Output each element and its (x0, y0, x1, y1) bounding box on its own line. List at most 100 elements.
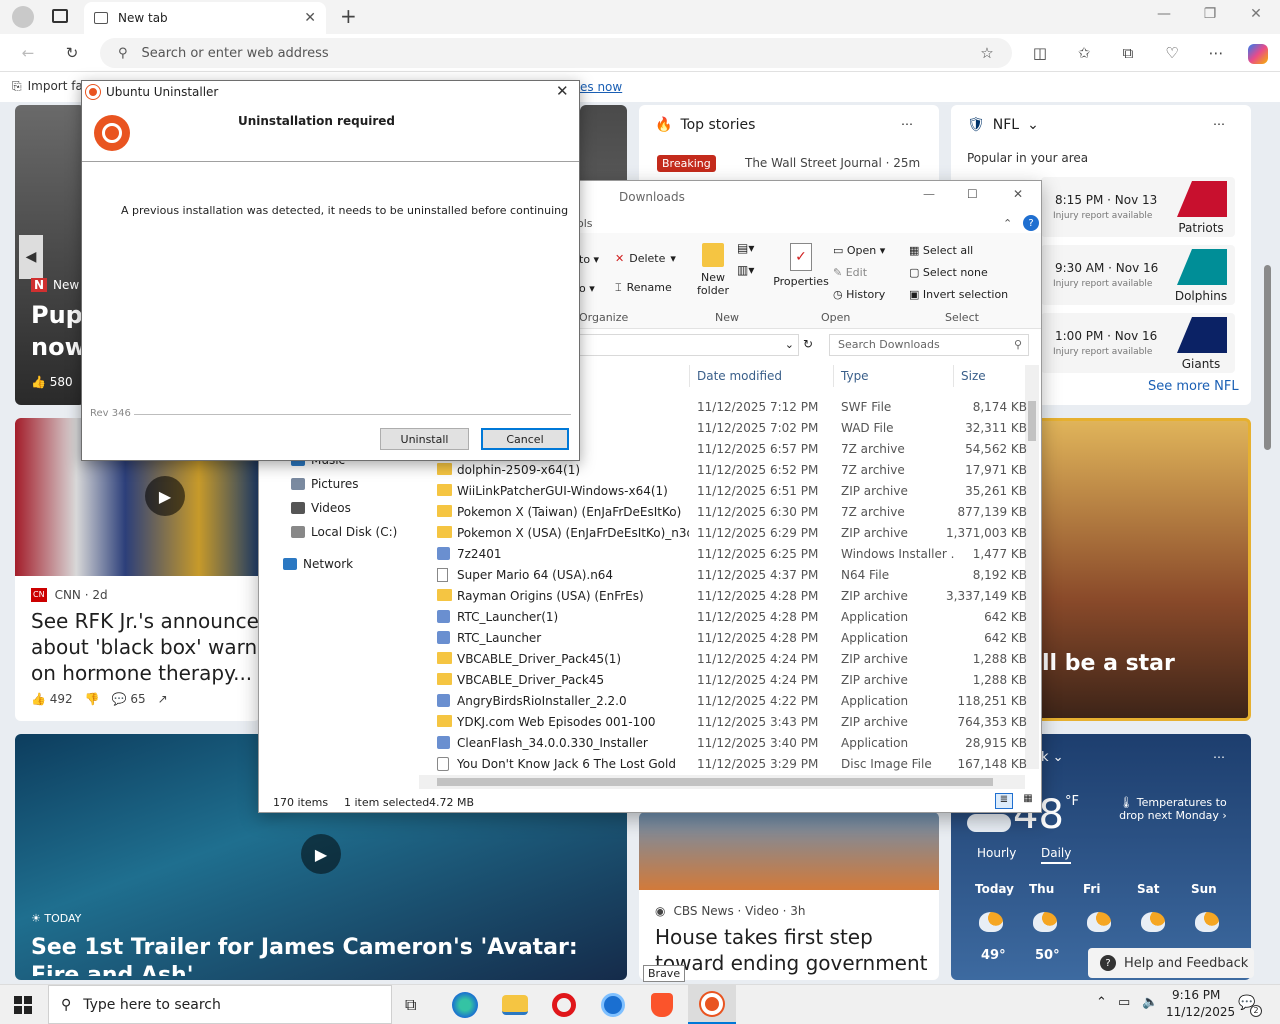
help-icon[interactable]: ? (1023, 215, 1039, 231)
minimize-icon[interactable]: — (1152, 6, 1176, 26)
weather-location[interactable]: k ⌄ (1041, 750, 1064, 765)
easy-access-icon[interactable]: ▥▾ (737, 263, 754, 277)
new-folder-button[interactable]: New folder (695, 243, 731, 297)
like-count[interactable]: 👍 580 (31, 375, 73, 389)
ubuntu-taskbar-icon[interactable] (688, 985, 736, 1024)
maximize-icon[interactable]: ☐ (967, 187, 978, 201)
edge-icon[interactable] (452, 992, 478, 1018)
scroll-thumb[interactable] (437, 778, 993, 786)
refresh-icon[interactable]: ↻ (803, 337, 813, 351)
cancel-button[interactable]: Cancel (481, 428, 569, 450)
delete-button[interactable]: ✕ Delete ▾ (615, 252, 676, 265)
collapse-ribbon-icon[interactable]: ⌃ (1003, 217, 1012, 230)
file-row[interactable]: WiiLinkPatcherGUI-Windows-x64(1) 11/12/20… (431, 480, 1033, 501)
volume-icon[interactable]: 🔈 (1142, 995, 1158, 1010)
file-row[interactable]: Pokemon X (Taiwan) (EnJaFrDeEsItKo) 11/12… (431, 501, 1033, 522)
fav-link[interactable]: es now (580, 80, 622, 94)
weather-alert[interactable]: 🌡 Temperatures to drop next Monday › (1111, 796, 1235, 822)
more-options-icon[interactable]: ⋯ (1213, 117, 1225, 131)
search-downloads-box[interactable]: Search Downloads ⚲ (829, 334, 1029, 356)
nav-item[interactable]: Network (283, 557, 353, 571)
uninstall-button[interactable]: Uninstall (380, 428, 469, 450)
back-icon[interactable]: ← (18, 44, 38, 64)
add-tab-icon[interactable]: + (340, 4, 357, 28)
nfl-game-row[interactable]: 1:00 PM · Nov 16 Injury report available G… (1041, 313, 1235, 373)
new-item-icon[interactable]: ▤▾ (737, 241, 754, 255)
comment-button[interactable]: 💬 65 (112, 692, 146, 706)
nav-item[interactable]: Videos (291, 501, 351, 515)
nav-item[interactable]: Local Disk (C:) (291, 525, 397, 539)
tab-daily[interactable]: Daily (1041, 846, 1072, 864)
collections-icon[interactable]: ⧉ (1118, 44, 1138, 64)
weather-day-label[interactable]: Today (975, 882, 1014, 896)
split-screen-icon[interactable]: ◫ (1030, 44, 1050, 64)
news-card-star[interactable]: ll be a star (1033, 418, 1251, 721)
select-none-button[interactable]: ▢ Select none (909, 266, 988, 279)
brave-icon[interactable] (651, 993, 673, 1017)
file-row[interactable]: dolphin-2509-x64(1) 11/12/2025 6:52 PM 7Z … (431, 459, 1033, 480)
nfl-header[interactable]: 🛡 NFL ⌄ (967, 117, 1039, 133)
news-card-cbs[interactable]: ◉ CBS News · Video · 3h House takes firs… (639, 812, 939, 980)
refresh-icon[interactable]: ↻ (62, 44, 82, 64)
file-row[interactable]: CleanFlash_34.0.0.330_Installer 11/12/202… (431, 732, 1033, 753)
file-row[interactable]: Rayman Origins (USA) (EnFrEs) 11/12/2025 … (431, 585, 1033, 606)
close-window-icon[interactable]: ✕ (1244, 6, 1268, 26)
horizontal-scrollbar[interactable] (419, 775, 1025, 789)
column-type[interactable]: Type (841, 369, 869, 383)
file-row[interactable]: Super Mario 64 (USA).n64 11/12/2025 4:37 … (431, 564, 1033, 585)
dislike-icon[interactable]: 👎 (85, 692, 100, 706)
restore-icon[interactable]: ❐ (1198, 6, 1222, 26)
column-size[interactable]: Size (961, 369, 986, 383)
tab-actions-icon[interactable] (52, 9, 68, 23)
share-icon[interactable]: ↗ (158, 692, 168, 706)
performance-icon[interactable]: ♡ (1162, 44, 1182, 64)
network-icon[interactable]: ▭ (1118, 995, 1130, 1010)
copy-to-button[interactable]: to ▾ (579, 253, 599, 266)
address-bar-end[interactable]: ⌄ (579, 334, 799, 356)
favorites-icon[interactable]: ✩ (1074, 44, 1094, 64)
more-options-icon[interactable]: ⋯ (1206, 44, 1226, 64)
file-row[interactable]: RTC_Launcher(1) 11/12/2025 4:28 PM Applica… (431, 606, 1033, 627)
tray-overflow-icon[interactable]: ⌃ (1096, 995, 1107, 1010)
taskbar-search-box[interactable]: ⚲ Type here to search (48, 985, 392, 1024)
file-row[interactable]: VBCABLE_Driver_Pack45 11/12/2025 4:24 PM Z… (431, 669, 1033, 690)
file-explorer-icon[interactable] (502, 995, 528, 1015)
news-card-left-top[interactable]: ◀ N New Pupp now 👍 580 (15, 105, 85, 405)
browser-globe-icon[interactable] (601, 993, 625, 1017)
history-button[interactable]: ◷ History (833, 288, 885, 301)
like-button[interactable]: 👍 492 (31, 692, 73, 706)
windows-start-icon[interactable] (14, 996, 32, 1014)
file-row[interactable]: 7z2401 11/12/2025 6:25 PM Windows Installe… (431, 543, 1033, 564)
play-video-icon[interactable]: ▶ (301, 834, 341, 874)
task-view-icon[interactable]: ⧉ (405, 995, 416, 1015)
copilot-icon[interactable] (1248, 44, 1268, 64)
select-all-button[interactable]: ▦ Select all (909, 244, 973, 257)
file-row[interactable]: RTC_Launcher 11/12/2025 4:28 PM Applicatio… (431, 627, 1033, 648)
profile-avatar[interactable] (12, 6, 34, 28)
more-options-icon[interactable]: ⋯ (901, 117, 913, 131)
weather-day-label[interactable]: Thu (1029, 882, 1054, 896)
tab-hourly[interactable]: Hourly (977, 846, 1016, 860)
favorite-star-icon[interactable]: ☆ (977, 44, 997, 64)
column-date-modified[interactable]: Date modified (697, 369, 782, 383)
open-button[interactable]: ▭ Open ▾ (833, 244, 885, 257)
carousel-prev-icon[interactable]: ◀ (19, 235, 43, 279)
clock-date[interactable]: 11/12/2025 (1166, 1005, 1235, 1019)
invert-selection-button[interactable]: ▣ Invert selection (909, 288, 1008, 301)
story-source[interactable]: The Wall Street Journal · 25m (745, 156, 920, 170)
close-tab-icon[interactable]: ✕ (304, 10, 316, 26)
play-video-icon[interactable]: ▶ (145, 476, 185, 516)
nfl-game-row[interactable]: 8:15 PM · Nov 13 Injury report available P… (1041, 177, 1235, 237)
help-feedback-button[interactable]: ? Help and Feedback (1088, 948, 1254, 978)
minimize-icon[interactable]: — (923, 187, 935, 201)
weather-day-label[interactable]: Fri (1083, 882, 1100, 896)
see-more-nfl-link[interactable]: See more NFL (1148, 379, 1239, 394)
more-options-icon[interactable]: ⋯ (1213, 750, 1225, 764)
file-row[interactable]: AngryBirdsRioInstaller_2.2.0 11/12/2025 4… (431, 690, 1033, 711)
address-bar[interactable]: ⚲ Search or enter web address (100, 38, 1012, 68)
import-favorites[interactable]: ⎘ Import fa (12, 79, 83, 94)
file-row[interactable]: YDKJ.com Web Episodes 001-100 11/12/2025 … (431, 711, 1033, 732)
weather-day-label[interactable]: Sun (1191, 882, 1217, 896)
opera-icon[interactable] (552, 993, 576, 1017)
properties-button[interactable]: ✓ Properties (773, 243, 829, 288)
